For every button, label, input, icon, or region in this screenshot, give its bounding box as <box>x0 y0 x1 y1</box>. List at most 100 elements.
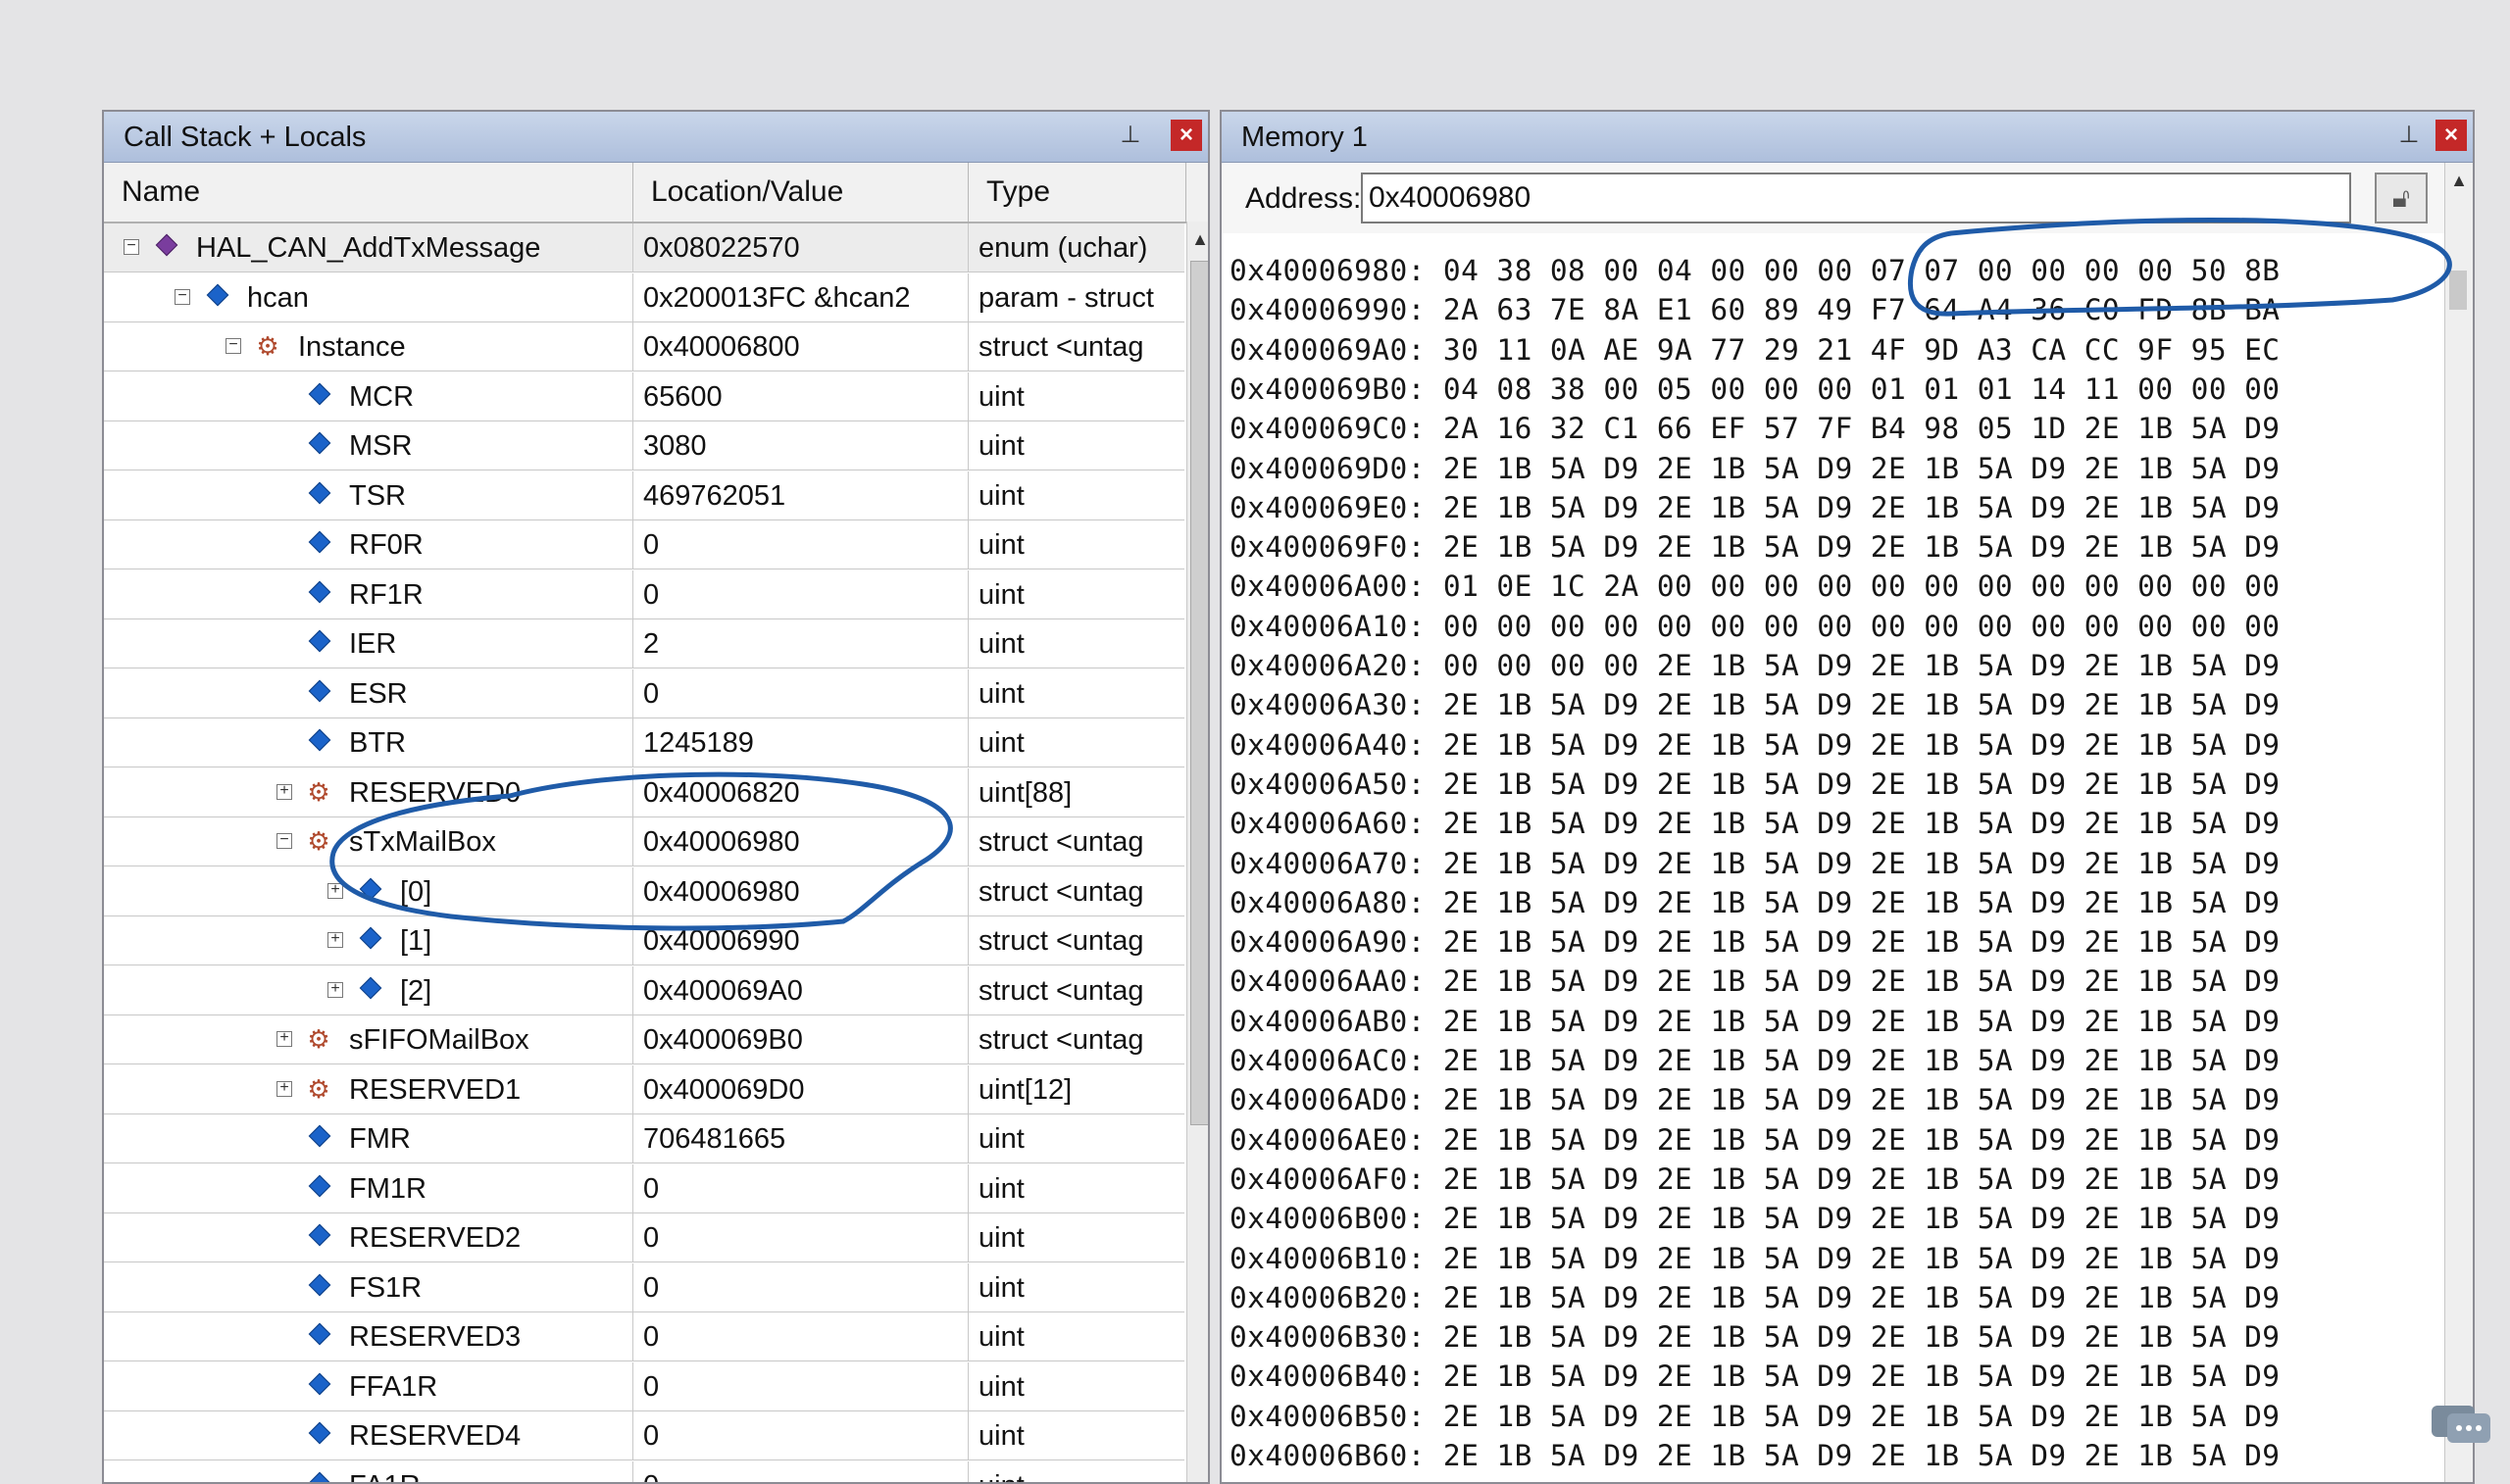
locals-value[interactable]: 0 <box>633 1361 969 1411</box>
locals-value[interactable]: 0 <box>633 1163 969 1213</box>
memory-line[interactable]: 0x40006A30: 2E 1B 5A D9 2E 1B 5A D9 2E 1… <box>1230 685 2280 724</box>
scroll-thumb[interactable] <box>1190 261 1208 1125</box>
locals-row[interactable]: FA1R 0uint <box>104 1460 1208 1482</box>
locals-value[interactable]: 0x400069A0 <box>633 965 969 1015</box>
memory-line[interactable]: 0x40006B20: 2E 1B 5A D9 2E 1B 5A D9 2E 1… <box>1230 1278 2280 1317</box>
memory-line[interactable]: 0x40006A90: 2E 1B 5A D9 2E 1B 5A D9 2E 1… <box>1230 922 2280 962</box>
memory-scrollbar[interactable]: ▲ <box>2444 163 2473 1482</box>
locals-row[interactable]: − ⚙ Instance 0x40006800 struct <untag <box>104 322 1208 371</box>
memory-line[interactable]: 0x40006B60: 2E 1B 5A D9 2E 1B 5A D9 2E 1… <box>1230 1436 2280 1475</box>
close-icon[interactable]: × <box>1171 120 1202 151</box>
memory-line[interactable]: 0x40006A60: 2E 1B 5A D9 2E 1B 5A D9 2E 1… <box>1230 804 2280 843</box>
locals-value[interactable]: 3080 <box>633 421 969 470</box>
lock-icon[interactable]: 🔓︎ <box>2375 173 2428 223</box>
memory-line[interactable]: 0x40006B10: 2E 1B 5A D9 2E 1B 5A D9 2E 1… <box>1230 1239 2280 1278</box>
locals-row[interactable]: − HAL_CAN_AddTxMessage 0x08022570 enum (uch… <box>104 223 1208 272</box>
pin-icon[interactable]: ⊥ <box>2396 122 2422 149</box>
locals-row[interactable]: + ⚙ RESERVED1 0x400069D0 uint[12] <box>104 1064 1208 1114</box>
memory-line[interactable]: 0x40006AA0: 2E 1B 5A D9 2E 1B 5A D9 2E 1… <box>1230 962 2280 1001</box>
locals-value[interactable]: 0 <box>633 1262 969 1312</box>
memory-line[interactable]: 0x40006A10: 00 00 00 00 00 00 00 00 00 0… <box>1230 607 2280 646</box>
locals-value[interactable]: 0x40006820 <box>633 767 969 817</box>
memory-line[interactable]: 0x40006A80: 2E 1B 5A D9 2E 1B 5A D9 2E 1… <box>1230 883 2280 922</box>
memory-line[interactable]: 0x40006AD0: 2E 1B 5A D9 2E 1B 5A D9 2E 1… <box>1230 1080 2280 1119</box>
close-icon[interactable]: × <box>2435 120 2467 151</box>
locals-row[interactable]: RESERVED3 0 uint <box>104 1312 1208 1361</box>
memory-line[interactable]: 0x40006A20: 00 00 00 00 2E 1B 5A D9 2E 1… <box>1230 646 2280 685</box>
collapse-icon[interactable]: − <box>226 337 241 354</box>
collapse-icon[interactable]: − <box>124 238 139 255</box>
locals-row[interactable]: RESERVED2 0 uint <box>104 1213 1208 1262</box>
locals-value[interactable]: 0x40006800 <box>633 322 969 371</box>
locals-row[interactable]: RESERVED4 0 uint <box>104 1411 1208 1460</box>
locals-value[interactable]: 65600 <box>633 371 969 421</box>
locals-value[interactable]: 2 <box>633 619 969 668</box>
locals-value[interactable]: 0 <box>633 1213 969 1262</box>
memory-line[interactable]: 0x40006A40: 2E 1B 5A D9 2E 1B 5A D9 2E 1… <box>1230 725 2280 765</box>
expand-icon[interactable]: + <box>276 782 292 800</box>
expand-icon[interactable]: + <box>327 881 343 899</box>
memory-line[interactable]: 0x400069B0: 04 08 38 00 05 00 00 00 01 0… <box>1230 370 2280 409</box>
memory-line[interactable]: 0x40006AF0: 2E 1B 5A D9 2E 1B 5A D9 2E 1… <box>1230 1160 2280 1199</box>
pin-icon[interactable]: ⊥ <box>1118 122 1143 149</box>
locals-row[interactable]: − ⚙ sTxMailBox 0x40006980 struct <untag <box>104 817 1208 866</box>
locals-row[interactable]: FMR 706481665 uint <box>104 1114 1208 1163</box>
locals-value[interactable]: 0 <box>633 569 969 619</box>
locals-row[interactable]: TSR 469762051 uint <box>104 470 1208 520</box>
locals-value[interactable]: 0 <box>633 1460 969 1482</box>
memory-line[interactable]: 0x40006990: 2A 63 7E 8A E1 60 89 49 F7 6… <box>1230 290 2280 329</box>
locals-row[interactable]: FM1R 0 uint <box>104 1163 1208 1213</box>
memory-line[interactable]: 0x40006AC0: 2E 1B 5A D9 2E 1B 5A D9 2E 1… <box>1230 1041 2280 1080</box>
memory-line[interactable]: 0x40006B00: 2E 1B 5A D9 2E 1B 5A D9 2E 1… <box>1230 1199 2280 1238</box>
memory-line[interactable]: 0x400069A0: 30 11 0A AE 9A 77 29 21 4F 9… <box>1230 330 2280 370</box>
locals-row[interactable]: + [1] 0x40006990 struct <untag <box>104 916 1208 965</box>
expand-icon[interactable]: + <box>276 1079 292 1097</box>
memory-line[interactable]: 0x40006AE0: 2E 1B 5A D9 2E 1B 5A D9 2E 1… <box>1230 1120 2280 1160</box>
locals-row[interactable]: FS1R 0 uint <box>104 1262 1208 1312</box>
expand-icon[interactable]: + <box>327 980 343 998</box>
locals-value[interactable]: 469762051 <box>633 470 969 520</box>
locals-row[interactable]: + [0] 0x40006980 struct <untag <box>104 866 1208 916</box>
memory-line[interactable]: 0x400069F0: 2E 1B 5A D9 2E 1B 5A D9 2E 1… <box>1230 527 2280 567</box>
column-header-name[interactable]: Name <box>104 163 633 222</box>
scroll-up-icon[interactable]: ▲ <box>2445 163 2473 198</box>
locals-row[interactable]: MCR 65600 uint <box>104 371 1208 421</box>
scroll-thumb[interactable] <box>2449 271 2467 310</box>
locals-value[interactable]: 0x40006980 <box>633 866 969 916</box>
memory-line[interactable]: 0x40006B40: 2E 1B 5A D9 2E 1B 5A D9 2E 1… <box>1230 1357 2280 1396</box>
locals-value[interactable]: 0x40006980 <box>633 817 969 866</box>
locals-row[interactable]: + ⚙ RESERVED0 0x40006820 uint[88] <box>104 767 1208 817</box>
locals-row[interactable]: ESR 0 uint <box>104 668 1208 718</box>
locals-row[interactable]: − hcan 0x200013FC &hcan2 param - struct <box>104 272 1208 322</box>
address-input[interactable]: 0x40006980 <box>1361 173 2351 223</box>
locals-value[interactable]: 0 <box>633 1411 969 1460</box>
locals-value[interactable]: 0x40006990 <box>633 916 969 965</box>
memory-line[interactable]: 0x40006A50: 2E 1B 5A D9 2E 1B 5A D9 2E 1… <box>1230 765 2280 804</box>
locals-row[interactable]: + [2] 0x400069A0 struct <untag <box>104 965 1208 1015</box>
locals-row[interactable]: IER 2 uint <box>104 619 1208 668</box>
locals-value[interactable]: 0x400069D0 <box>633 1064 969 1114</box>
locals-value[interactable]: 0 <box>633 1312 969 1361</box>
memory-line[interactable]: 0x40006A00: 01 0E 1C 2A 00 00 00 00 00 0… <box>1230 567 2280 606</box>
locals-value[interactable]: 0 <box>633 668 969 718</box>
locals-value[interactable]: 0x200013FC &hcan2 <box>633 272 969 322</box>
expand-icon[interactable]: + <box>327 931 343 948</box>
memory-line[interactable]: 0x40006B30: 2E 1B 5A D9 2E 1B 5A D9 2E 1… <box>1230 1317 2280 1357</box>
callstack-scrollbar[interactable]: ▲ <box>1186 222 1208 1482</box>
expand-icon[interactable]: + <box>276 1030 292 1047</box>
collapse-icon[interactable]: − <box>175 287 190 305</box>
scroll-up-icon[interactable]: ▲ <box>1187 222 1208 257</box>
column-header-value[interactable]: Location/Value <box>633 163 969 222</box>
memory-line[interactable]: 0x40006B50: 2E 1B 5A D9 2E 1B 5A D9 2E 1… <box>1230 1397 2280 1436</box>
memory-line[interactable]: 0x400069D0: 2E 1B 5A D9 2E 1B 5A D9 2E 1… <box>1230 449 2280 488</box>
locals-row[interactable]: BTR 1245189 uint <box>104 718 1208 767</box>
locals-row[interactable]: RF1R 0 uint <box>104 569 1208 619</box>
locals-row[interactable]: RF0R 0 uint <box>104 520 1208 569</box>
locals-row[interactable]: FFA1R 0 uint <box>104 1361 1208 1411</box>
memory-line[interactable]: 0x400069C0: 2A 16 32 C1 66 EF 57 7F B4 9… <box>1230 409 2280 448</box>
memory-line[interactable]: 0x40006980: 04 38 08 00 04 00 00 00 07 0… <box>1230 251 2280 290</box>
collapse-icon[interactable]: − <box>276 832 292 849</box>
locals-value[interactable]: 706481665 <box>633 1114 969 1163</box>
memory-line[interactable]: 0x40006A70: 2E 1B 5A D9 2E 1B 5A D9 2E 1… <box>1230 844 2280 883</box>
locals-row[interactable]: MSR 3080 uint <box>104 421 1208 470</box>
